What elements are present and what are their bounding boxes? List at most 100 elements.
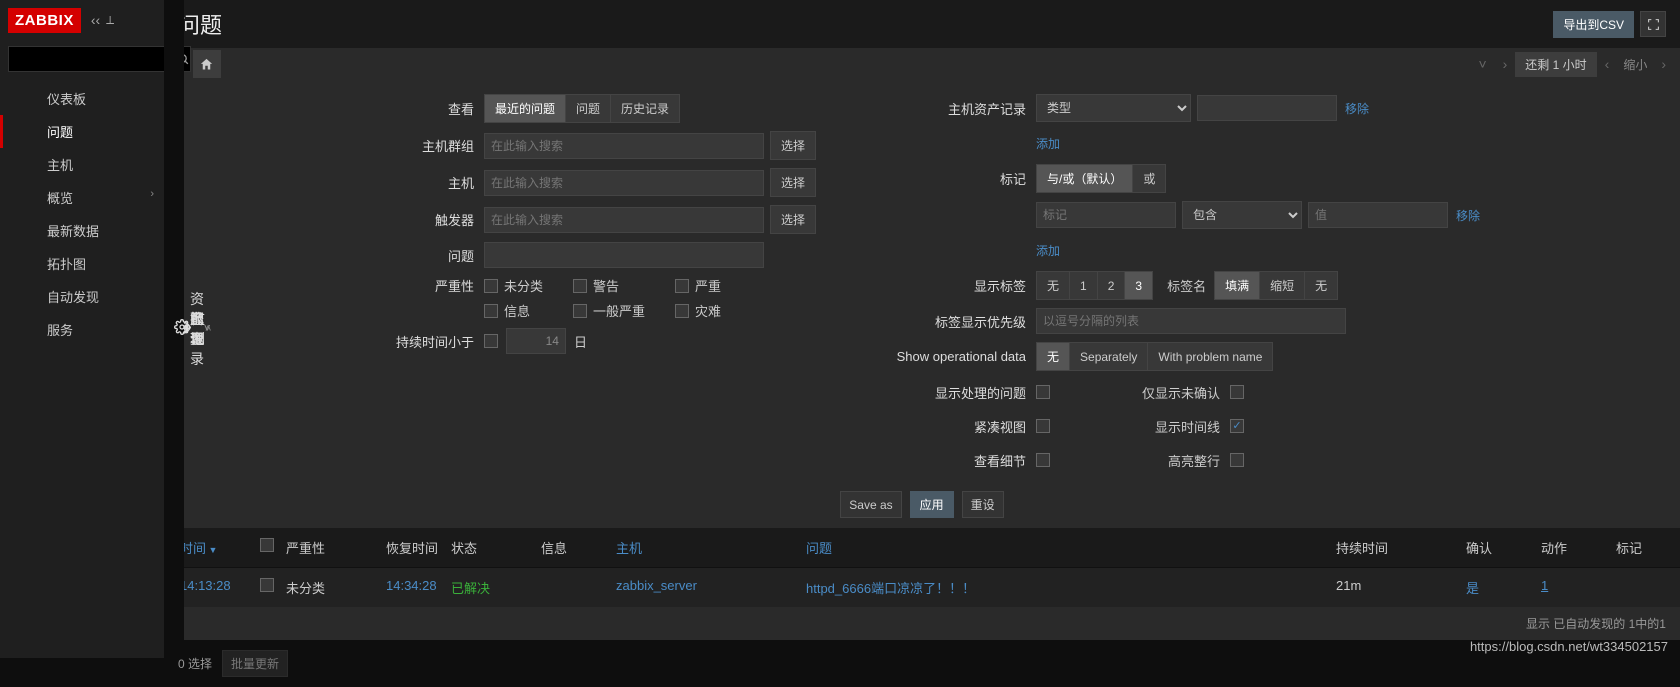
showtags-2[interactable]: 2 bbox=[1097, 271, 1125, 300]
inventory-type-select[interactable]: 类型 bbox=[1036, 94, 1191, 122]
opdata-label: Show operational data bbox=[856, 349, 1036, 364]
chevron-down-icon: ˅ bbox=[204, 323, 210, 335]
th-severity[interactable]: 严重性 bbox=[280, 538, 380, 557]
showtags-3[interactable]: 3 bbox=[1124, 271, 1153, 300]
highlight-checkbox[interactable] bbox=[1230, 453, 1244, 467]
suppressed-checkbox[interactable] bbox=[1036, 385, 1050, 399]
tagname-short[interactable]: 缩短 bbox=[1259, 271, 1304, 300]
row-time[interactable]: 14:13:28 bbox=[174, 578, 254, 597]
reset-button[interactable]: 重设 bbox=[962, 491, 1004, 518]
sidebar-item-services[interactable]: 服务 bbox=[0, 313, 164, 346]
tag-name-input[interactable] bbox=[1036, 202, 1176, 228]
row-checkbox[interactable] bbox=[254, 578, 280, 597]
th-status[interactable]: 状态 bbox=[445, 538, 535, 557]
home-tab[interactable] bbox=[193, 50, 221, 78]
th-checkall[interactable] bbox=[254, 538, 280, 557]
row-host[interactable]: zabbix_server bbox=[610, 578, 800, 597]
opdata-withname[interactable]: With problem name bbox=[1147, 342, 1273, 371]
trigger-select-btn[interactable]: 选择 bbox=[770, 205, 816, 234]
sev-warning[interactable]: 警告 bbox=[573, 276, 645, 295]
sidebar-item-discovery[interactable]: 自动发现 bbox=[0, 280, 164, 313]
next-icon[interactable]: › bbox=[1495, 56, 1516, 72]
sev-info[interactable]: 信息 bbox=[484, 301, 543, 320]
view-recent-button[interactable]: 最近的问题 bbox=[484, 94, 565, 123]
tag-remove-link[interactable]: 移除 bbox=[1456, 207, 1480, 224]
duration-input[interactable] bbox=[506, 328, 566, 354]
unack-checkbox[interactable] bbox=[1230, 385, 1244, 399]
sidebar-item-problems[interactable]: 问题 bbox=[0, 115, 164, 148]
pin-icon[interactable]: ⟂ bbox=[106, 13, 114, 28]
row-problem[interactable]: httpd_6666端口凉凉了！！！ bbox=[800, 578, 1330, 597]
tag-add-link[interactable]: 添加 bbox=[1036, 242, 1060, 259]
sidebar-item-dashboard[interactable]: 仪表板 bbox=[0, 82, 164, 115]
host-input[interactable] bbox=[484, 170, 764, 196]
time-remaining: 还剩 1 小时 bbox=[1515, 52, 1596, 77]
sidebar-item-latest[interactable]: 最新数据 bbox=[0, 214, 164, 247]
logo: ZABBIX bbox=[8, 8, 81, 33]
severity-label: 严重性 bbox=[364, 276, 484, 295]
nav-admin[interactable]: 管理 ˅ bbox=[164, 0, 184, 658]
row-duration: 21m bbox=[1330, 578, 1460, 597]
opdata-none[interactable]: 无 bbox=[1036, 342, 1069, 371]
tag-value-input[interactable] bbox=[1308, 202, 1448, 228]
showtags-none[interactable]: 无 bbox=[1036, 271, 1069, 300]
row-recovery[interactable]: 14:34:28 bbox=[380, 578, 445, 597]
sev-notclassified[interactable]: 未分类 bbox=[484, 276, 543, 295]
sev-high[interactable]: 严重 bbox=[675, 276, 721, 295]
prev-time-icon[interactable]: ‹ bbox=[1597, 56, 1618, 72]
tagname-full[interactable]: 填满 bbox=[1214, 271, 1259, 300]
opdata-sep[interactable]: Separately bbox=[1069, 342, 1147, 371]
trigger-input[interactable] bbox=[484, 207, 764, 233]
showtags-1[interactable]: 1 bbox=[1069, 271, 1097, 300]
sidebar: ZABBIX ‹‹ ⟂ 监测 ˄ 仪表板 问题 主机 概览› 最新数据 拓扑图 … bbox=[0, 0, 164, 658]
row-actions[interactable]: 1 bbox=[1535, 578, 1610, 597]
label: 灾难 bbox=[695, 301, 721, 320]
details-checkbox[interactable] bbox=[1036, 453, 1050, 467]
th-host[interactable]: 主机 bbox=[610, 538, 800, 557]
hostgroup-input[interactable] bbox=[484, 133, 764, 159]
hostgroup-select-btn[interactable]: 选择 bbox=[770, 131, 816, 160]
sev-average[interactable]: 一般严重 bbox=[573, 301, 645, 320]
view-problems-button[interactable]: 问题 bbox=[565, 94, 610, 123]
breadcrumb-bar: ‹ ˅ › 还剩 1 小时 ‹ 缩小 › bbox=[164, 48, 1680, 80]
timeline-checkbox[interactable] bbox=[1230, 419, 1244, 433]
chevron-right-icon: › bbox=[150, 188, 154, 200]
host-select-btn[interactable]: 选择 bbox=[770, 168, 816, 197]
compact-checkbox[interactable] bbox=[1036, 419, 1050, 433]
row-ack[interactable]: 是 bbox=[1460, 578, 1535, 597]
tags-or-button[interactable]: 或 bbox=[1132, 164, 1166, 193]
th-problem[interactable]: 问题 bbox=[800, 538, 1330, 557]
tags-andor-button[interactable]: 与/或（默认） bbox=[1036, 164, 1132, 193]
view-history-button[interactable]: 历史记录 bbox=[610, 94, 680, 123]
th-time[interactable]: 时间 bbox=[174, 538, 254, 557]
inventory-label: 主机资产记录 bbox=[856, 99, 1036, 118]
problem-input[interactable] bbox=[484, 242, 764, 268]
th-recovery[interactable]: 恢复时间 bbox=[380, 538, 445, 557]
label: 信息 bbox=[504, 301, 530, 320]
sidebar-item-overview[interactable]: 概览› bbox=[0, 181, 164, 214]
inventory-add-link[interactable]: 添加 bbox=[1036, 135, 1060, 152]
export-csv-button[interactable]: 导出到CSV bbox=[1553, 11, 1634, 38]
sidebar-item-maps[interactable]: 拓扑图 bbox=[0, 247, 164, 280]
apply-button[interactable]: 应用 bbox=[910, 491, 954, 518]
watermark: https://blog.csdn.net/wt334502157 bbox=[1470, 639, 1668, 654]
sev-disaster[interactable]: 灾难 bbox=[675, 301, 721, 320]
inventory-remove-link[interactable]: 移除 bbox=[1345, 100, 1369, 117]
sidebar-item-hosts[interactable]: 主机 bbox=[0, 148, 164, 181]
next-time-icon[interactable]: › bbox=[1653, 56, 1674, 72]
tagname-none[interactable]: 无 bbox=[1304, 271, 1338, 300]
fullscreen-button[interactable] bbox=[1640, 11, 1666, 37]
zoom-out-btn[interactable]: 缩小 bbox=[1617, 56, 1653, 73]
search-input[interactable] bbox=[8, 46, 177, 72]
bulk-bar: 0 选择 批量更新 bbox=[164, 640, 1680, 687]
tagprio-input[interactable] bbox=[1036, 308, 1346, 334]
saveas-button[interactable]: Save as bbox=[840, 491, 901, 518]
inventory-value-input[interactable] bbox=[1197, 95, 1337, 121]
duration-checkbox[interactable] bbox=[484, 334, 498, 348]
compact-label: 紧凑视图 bbox=[856, 417, 1036, 436]
dropdown-icon[interactable]: ˅ bbox=[1470, 56, 1494, 72]
bulk-update-button[interactable]: 批量更新 bbox=[222, 650, 288, 677]
main-area: 问题 导出到CSV ‹ ˅ › 还剩 1 小时 ‹ 缩小 › 查看 最近的问题 … bbox=[164, 0, 1680, 658]
collapse-icon[interactable]: ‹‹ bbox=[91, 12, 100, 28]
tag-op-select[interactable]: 包含 bbox=[1182, 201, 1302, 229]
